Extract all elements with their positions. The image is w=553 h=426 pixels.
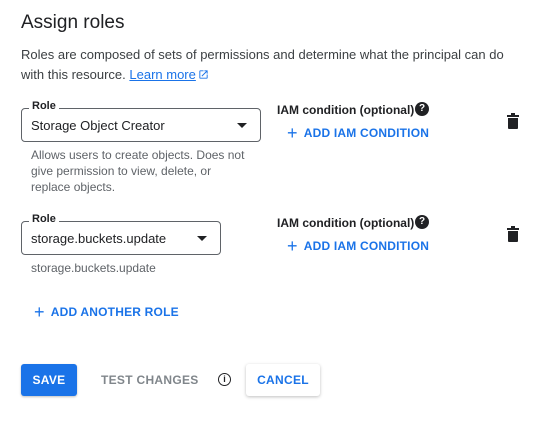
external-link-icon [199,70,208,79]
help-icon[interactable]: ? [415,102,429,116]
page-title: Assign roles [21,12,125,33]
role-legend: Role [29,213,59,225]
role-select-2[interactable]: Role storage.buckets.update [21,213,221,255]
description: Roles are composed of sets of permission… [21,45,521,85]
description-text: Roles are composed of sets of permission… [21,47,504,82]
plus-icon: + [287,236,298,256]
learn-more-link[interactable]: Learn more [129,67,208,82]
plus-icon: + [34,302,45,322]
iam-condition-label-2: IAM condition (optional) [277,216,415,230]
chevron-down-icon [237,123,247,128]
role-value: Storage Object Creator [31,118,165,133]
role-value: storage.buckets.update [31,231,167,246]
delete-role-icon-2[interactable] [507,226,519,242]
test-changes-button: TEST CHANGES [101,373,199,387]
add-iam-condition-button-2[interactable]: + ADD IAM CONDITION [287,236,429,257]
info-icon[interactable]: i [218,373,231,386]
role-legend: Role [29,100,59,112]
chevron-down-icon [197,236,207,241]
save-button[interactable]: SAVE [21,364,77,396]
cancel-button[interactable]: CANCEL [246,364,320,396]
help-icon[interactable]: ? [415,215,429,229]
add-another-role-button[interactable]: + ADD ANOTHER ROLE [34,302,179,323]
plus-icon: + [287,123,298,143]
role-hint-1: Allows users to create objects. Does not… [31,148,245,194]
role-hint-2: storage.buckets.update [31,261,156,275]
add-iam-condition-button-1[interactable]: + ADD IAM CONDITION [287,123,429,144]
delete-role-icon-1[interactable] [507,113,519,129]
iam-condition-label-1: IAM condition (optional) [277,103,415,117]
role-select-1[interactable]: Role Storage Object Creator [21,100,261,142]
